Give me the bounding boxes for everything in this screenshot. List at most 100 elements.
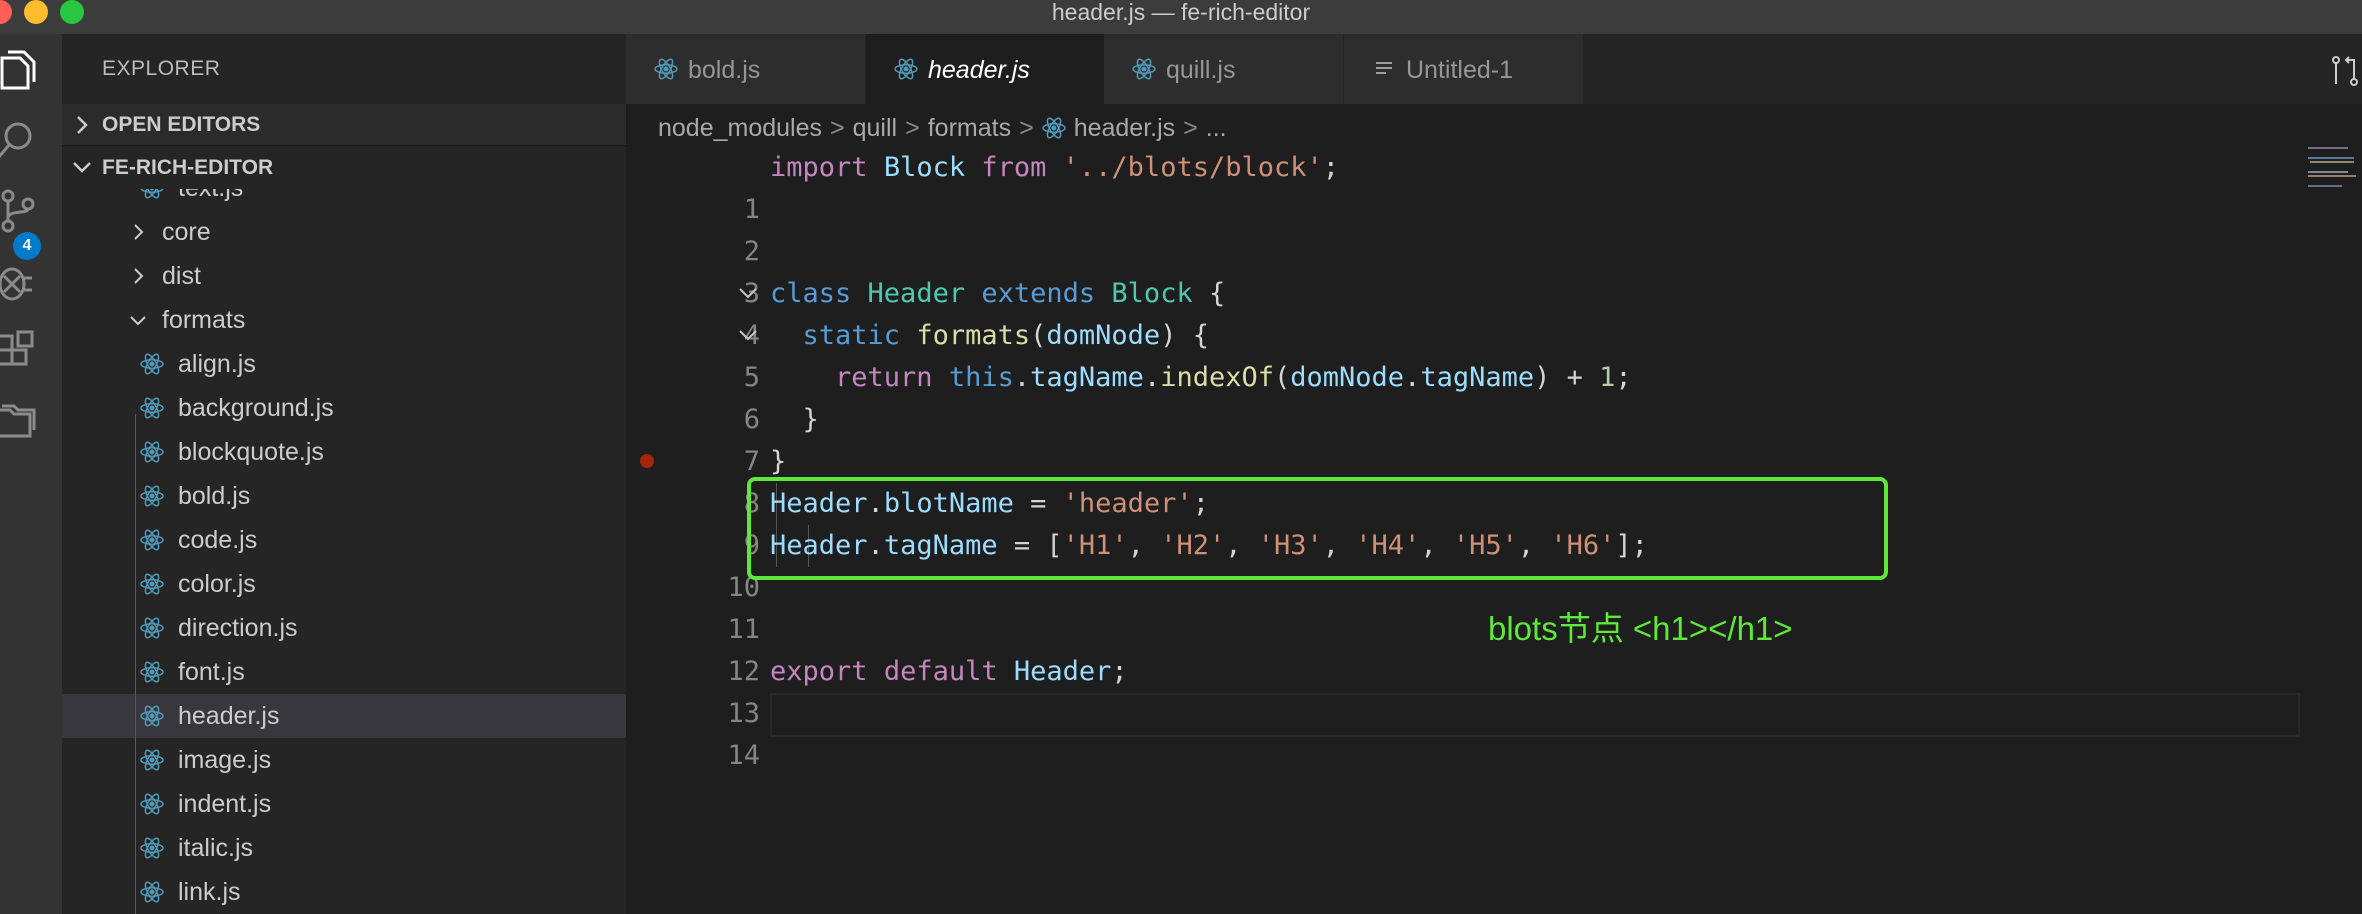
project-section[interactable]: FE-RICH-EDITOR xyxy=(62,147,626,189)
tab-label: bold.js xyxy=(688,56,761,84)
tab-quill-js[interactable]: quill.js xyxy=(1104,34,1344,104)
code-text: export default Header; xyxy=(770,656,1128,687)
fold-toggle[interactable] xyxy=(736,273,762,315)
tree-item-blockquote-js[interactable]: blockquote.js xyxy=(62,430,626,474)
code-line: 2 xyxy=(626,189,2326,267)
editor-tab-bar: bold.js header.js quill.js Untitled-1 xyxy=(626,34,2362,104)
tree-item-label: direction.js xyxy=(178,614,298,642)
tab-label: quill.js xyxy=(1166,56,1236,84)
code-line: 6 return this.tagName.indexOf(domNode.ta… xyxy=(626,357,2326,435)
chevron-down-icon xyxy=(73,162,91,173)
tree-item-dist[interactable]: dist xyxy=(62,254,626,298)
breadcrumb: node_modules > quill > formats > header.js >... xyxy=(658,106,1227,150)
react-icon xyxy=(140,529,164,551)
tree-item-font-js[interactable]: font.js xyxy=(62,650,626,694)
chevron-down-icon xyxy=(739,288,757,299)
code-line: 5 static formats(domNode) { xyxy=(626,315,2326,393)
breadcrumb-item[interactable]: formats xyxy=(928,106,1011,150)
sidebar-title: EXPLORER xyxy=(102,57,221,80)
tree-item-bold-js[interactable]: bold.js xyxy=(62,474,626,518)
tab-bold-js[interactable]: bold.js xyxy=(626,34,866,104)
tree-item-formats[interactable]: formats xyxy=(62,298,626,342)
tree-item-code-js[interactable]: code.js xyxy=(62,518,626,562)
tree-item-direction-js[interactable]: direction.js xyxy=(62,606,626,650)
open-changes-icon[interactable] xyxy=(2328,54,2362,88)
explorer-activity[interactable] xyxy=(0,34,62,106)
chevron-right-icon xyxy=(134,224,144,240)
tree-item-label: code.js xyxy=(178,526,258,554)
chevron-right-icon xyxy=(134,268,144,284)
react-icon xyxy=(140,441,164,463)
react-icon xyxy=(1041,117,1066,139)
indent-guide xyxy=(135,414,136,914)
react-icon xyxy=(654,58,678,80)
search-activity[interactable] xyxy=(0,104,62,176)
react-icon xyxy=(140,485,164,507)
fold-toggle[interactable] xyxy=(736,315,762,357)
tree-item-label: background.js xyxy=(178,394,334,422)
react-icon xyxy=(140,793,164,815)
code-line: 14 xyxy=(626,693,2326,771)
code-editor[interactable]: 1 import Block from '../blots/block'; 2 … xyxy=(626,147,2326,771)
react-icon xyxy=(140,617,164,639)
source-control-icon xyxy=(1,189,35,233)
explorer-sidebar: EXPLORER OPEN EDITORS FE-RICH-EDITOR tex… xyxy=(62,34,626,914)
chevron-down-icon xyxy=(739,330,757,341)
extensions-activity[interactable] xyxy=(0,314,62,386)
tree-item-core[interactable]: core xyxy=(62,210,626,254)
title-bar: header.js — fe-rich-editor xyxy=(0,0,2362,34)
tree-item-label: blockquote.js xyxy=(178,438,324,466)
tab-untitled-1[interactable]: Untitled-1 xyxy=(1344,34,1584,104)
tree-item-label: header.js xyxy=(178,702,280,730)
tree-item-label: core xyxy=(162,218,211,246)
open-editors-section[interactable]: OPEN EDITORS xyxy=(62,104,626,146)
activity-bar: 4 xyxy=(0,34,62,914)
react-icon xyxy=(140,573,164,595)
tree-item-indent-js[interactable]: indent.js xyxy=(62,782,626,826)
tree-item-header-js[interactable]: header.js xyxy=(62,694,626,738)
tree-item-align-js[interactable]: align.js xyxy=(62,342,626,386)
tree-item-italic-js[interactable]: italic.js xyxy=(62,826,626,870)
code-text: import Block from '../blots/block'; xyxy=(770,152,1340,183)
tab-label: header.js xyxy=(928,56,1030,84)
breadcrumb-item[interactable]: ... xyxy=(1206,106,1227,150)
react-icon xyxy=(140,705,164,727)
window-title: header.js — fe-rich-editor xyxy=(1051,0,1311,25)
tree-item-label: italic.js xyxy=(178,834,254,862)
react-icon xyxy=(1132,58,1156,80)
remote-explorer-activity[interactable] xyxy=(0,384,62,456)
tree-item-text-js[interactable]: text.js xyxy=(62,189,626,210)
debug-activity[interactable] xyxy=(0,244,62,316)
tree-item-link-js[interactable]: link.js xyxy=(62,870,626,914)
chevron-right-icon xyxy=(77,116,88,134)
tree-item-label: image.js xyxy=(178,746,272,774)
react-icon xyxy=(140,353,164,375)
breadcrumb-item[interactable]: header.js xyxy=(1074,106,1175,150)
tree-item-label: bold.js xyxy=(178,482,251,510)
annotation-text: blots节点 <h1></h1> xyxy=(1488,610,1793,647)
code-line: 3 xyxy=(626,231,2326,309)
breadcrumb-item[interactable]: node_modules xyxy=(658,106,822,150)
annotation-highlight-box xyxy=(747,477,1888,580)
tree-item-label: color.js xyxy=(178,570,256,598)
tree-item-label: dist xyxy=(162,262,201,290)
files-icon xyxy=(0,50,36,90)
code-line: 12 xyxy=(626,609,2326,687)
tree-item-label: link.js xyxy=(178,878,241,906)
open-editors-label: OPEN EDITORS xyxy=(102,113,261,136)
tree-item-label: indent.js xyxy=(178,790,272,818)
tree-item-color-js[interactable]: color.js xyxy=(62,562,626,606)
source-control-activity[interactable]: 4 xyxy=(0,174,62,260)
tree-item-label: font.js xyxy=(178,658,245,686)
tree-item-background-js[interactable]: background.js xyxy=(62,386,626,430)
code-line: 1 import Block from '../blots/block'; xyxy=(626,147,2326,225)
tree-item-label: formats xyxy=(162,306,246,334)
breadcrumb-item[interactable]: quill xyxy=(853,106,897,150)
react-icon xyxy=(140,189,164,199)
react-icon xyxy=(140,837,164,859)
tree-item-image-js[interactable]: image.js xyxy=(62,738,626,782)
search-icon xyxy=(0,122,32,158)
code-text: static formats(domNode) { xyxy=(802,320,1209,351)
file-tree: text.js core dist formats align.js background… xyxy=(62,189,626,914)
react-icon xyxy=(140,661,164,683)
